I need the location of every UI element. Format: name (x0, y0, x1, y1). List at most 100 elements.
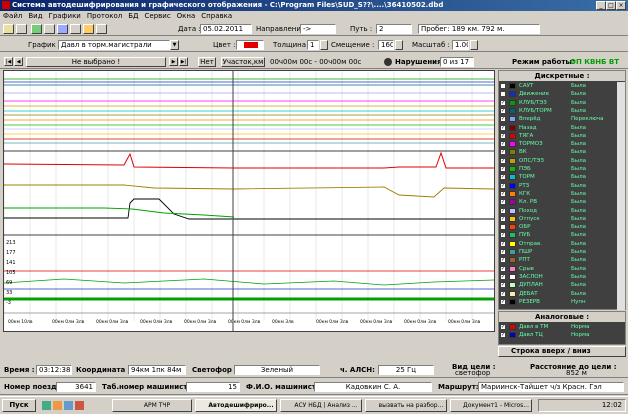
scale-spin-icon[interactable] (470, 40, 478, 50)
list-item[interactable]: ✓ Кл. РВ Была (499, 198, 617, 206)
checkbox[interactable]: ✓ (500, 324, 506, 330)
list-item[interactable]: ✓ ПЭБ Была (499, 165, 617, 173)
list-item[interactable]: САУТ Была (499, 82, 617, 90)
menu-windows[interactable]: Окна (174, 11, 199, 21)
list-item[interactable]: ✓ Срыв Была (499, 265, 617, 273)
checkbox[interactable]: ✓ (500, 182, 506, 189)
graph-icon[interactable] (31, 24, 42, 34)
list-item[interactable]: ✓ РЕЗЕРВ Нупн (499, 298, 617, 306)
options-icon[interactable] (83, 24, 94, 34)
last-icon[interactable]: ▶| (179, 57, 188, 66)
menu-graphs[interactable]: Графики (46, 11, 84, 21)
checkbox[interactable] (500, 224, 506, 231)
checkbox[interactable]: ✓ (500, 298, 506, 305)
checkbox[interactable]: ✓ (500, 282, 506, 289)
list-item[interactable]: ОБР Была (499, 223, 617, 231)
list-item[interactable]: ✓ Давл в ТМ Норма (499, 323, 623, 331)
list-item[interactable]: ✓ Поход Была (499, 207, 617, 215)
violation-select[interactable]: Не выбрано ! (26, 57, 166, 67)
list-item[interactable]: ✓ ТОРМОЗ Была (499, 140, 617, 148)
list-item[interactable]: ✓ Отпуск Была (499, 215, 617, 223)
list-icon[interactable] (57, 24, 68, 34)
checkbox[interactable]: ✓ (500, 116, 506, 123)
list-item[interactable]: ✓ ТЯГА Была (499, 132, 617, 140)
list-item[interactable]: ✓ ТОРМ Была (499, 173, 617, 181)
checkbox[interactable]: ✓ (500, 132, 506, 139)
save-icon[interactable] (16, 24, 27, 34)
checkbox[interactable]: ✓ (500, 249, 506, 255)
exit-icon[interactable] (96, 24, 107, 34)
list-item[interactable]: ✓ ОПС/ТЭЗ Была (499, 157, 617, 165)
offset-input[interactable]: 160 (378, 40, 394, 50)
open-icon[interactable] (3, 24, 14, 34)
no-button[interactable]: Нет (198, 57, 216, 67)
menu-service[interactable]: Сервис (142, 11, 174, 21)
checkbox[interactable]: ✓ (500, 124, 506, 131)
scale-input[interactable]: 1.00 (452, 40, 469, 50)
thickness-spin-icon[interactable] (320, 40, 328, 50)
prev-icon[interactable]: ◀ (14, 57, 23, 66)
start-button[interactable]: Пуск (2, 399, 36, 412)
checkbox[interactable]: ✓ (500, 166, 506, 172)
discrete-scrollbar[interactable] (617, 82, 625, 310)
next-icon[interactable]: ▶ (169, 57, 178, 66)
list-item[interactable]: ✓ Вперёд Переключа (499, 115, 617, 123)
task-review[interactable]: вызвать на разбор... (365, 399, 447, 412)
checkbox[interactable]: ✓ (500, 99, 506, 106)
list-item[interactable]: ✓ КЛУБ/ТЭЗ Была (499, 99, 617, 107)
list-item[interactable]: ✓ ДЕБАТ Была (499, 290, 617, 298)
task-document[interactable]: Документ1 - Micros... (450, 399, 532, 412)
menu-file[interactable]: Файл (0, 11, 25, 21)
checkbox[interactable]: ✓ (500, 232, 506, 239)
minimize-icon[interactable]: _ (596, 1, 606, 10)
menu-view[interactable]: Вид (25, 11, 45, 21)
checkbox[interactable]: ✓ (500, 240, 506, 247)
checkbox[interactable]: ✓ (500, 332, 506, 339)
quick-launch[interactable] (42, 401, 98, 411)
checkbox[interactable] (500, 91, 506, 98)
checkbox[interactable]: ✓ (500, 190, 506, 197)
chart-area[interactable]: 213 177 141 105 69 33 -3 00км 10лв 00км 0лм 3лв 0… (3, 70, 495, 332)
chevron-down-icon[interactable]: ▼ (170, 40, 179, 50)
checkbox[interactable] (500, 83, 506, 89)
checkbox[interactable]: ✓ (500, 290, 506, 297)
close-icon[interactable]: × (616, 1, 626, 10)
section-button[interactable]: Участок,км (221, 57, 265, 67)
print-icon[interactable] (70, 24, 81, 34)
checkbox[interactable]: ✓ (500, 215, 506, 222)
checkbox[interactable]: ✓ (500, 273, 506, 280)
first-icon[interactable]: |◀ (4, 57, 13, 66)
task-arm[interactable]: АРМ ТЧР (112, 399, 192, 412)
list-item[interactable]: ✓ ПУБ Была (499, 231, 617, 239)
list-item[interactable]: Движение Была (499, 90, 617, 98)
menu-db[interactable]: БД (125, 11, 141, 21)
checkbox[interactable]: ✓ (500, 265, 506, 272)
list-item[interactable]: ✓ ВК Была (499, 148, 617, 156)
graph-select[interactable]: Давл в торм.магистрали (58, 40, 170, 50)
list-item[interactable]: ✓ КЛУБ/ТОРМ Была (499, 107, 617, 115)
list-item[interactable]: ✓ Отправ. Была (499, 240, 617, 248)
menu-help[interactable]: Справка (198, 11, 235, 21)
list-item[interactable]: ✓ Назад Была (499, 124, 617, 132)
checkbox[interactable]: ✓ (500, 207, 506, 214)
menu-protocol[interactable]: Протокол (84, 11, 125, 21)
thickness-input[interactable]: 1 (307, 40, 319, 50)
maximize-icon[interactable]: □ (606, 1, 616, 10)
task-asu[interactable]: АСУ НБД | Анализ ... (280, 399, 362, 412)
table-icon[interactable] (44, 24, 55, 34)
checkbox[interactable]: ✓ (500, 107, 506, 114)
color-picker[interactable] (236, 40, 264, 50)
list-item[interactable]: ✓ РТЗ Была (499, 182, 617, 190)
list-item[interactable]: ✓ ДУПЛАН Была (499, 281, 617, 289)
checkbox[interactable]: ✓ (500, 157, 506, 164)
list-item[interactable]: ✓ ПШР Была (499, 248, 617, 256)
list-item[interactable]: ✓ ЗАСЛОН Была (499, 273, 617, 281)
checkbox[interactable]: ✓ (500, 141, 506, 148)
scroll-rows-button[interactable]: Строка вверх / вниз (498, 346, 626, 357)
checkbox[interactable]: ✓ (500, 149, 506, 156)
checkbox[interactable]: ✓ (500, 257, 506, 264)
checkbox[interactable]: ✓ (500, 174, 506, 181)
offset-spin-icon[interactable] (395, 40, 403, 50)
list-item[interactable]: ✓ Давл ТЦ Норма (499, 331, 623, 339)
list-item[interactable]: ✓ РПТ Была (499, 256, 617, 264)
